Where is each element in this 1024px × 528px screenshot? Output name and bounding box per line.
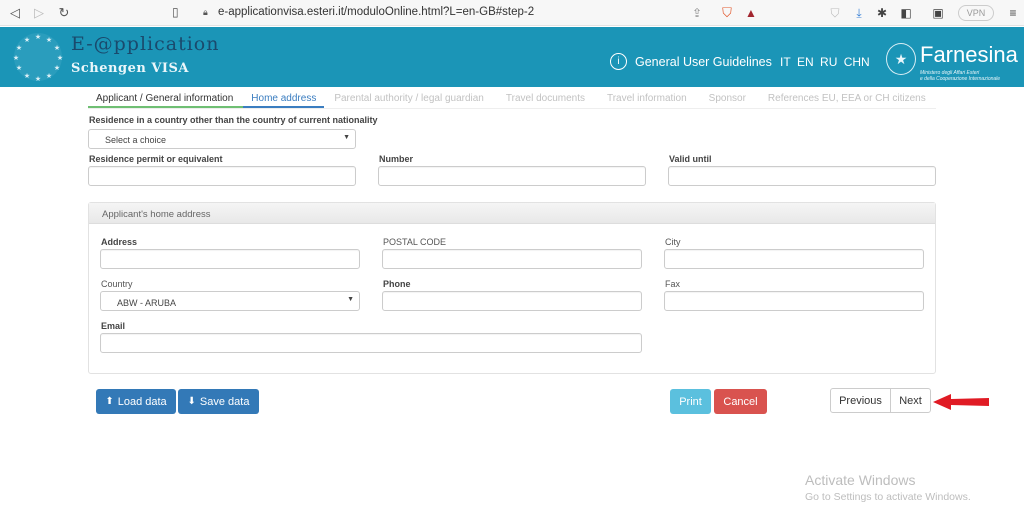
number-input[interactable] <box>378 166 646 186</box>
lang-en[interactable]: EN <box>797 55 814 69</box>
brave-rewards-icon[interactable]: ▲ <box>742 4 760 22</box>
chevron-down-icon: ▼ <box>347 296 354 303</box>
tab-home-address[interactable]: Home address <box>243 90 325 108</box>
fax-input[interactable] <box>664 291 924 311</box>
svg-text:★: ★ <box>35 75 41 83</box>
postal-code-label: POSTAL CODE <box>383 237 447 247</box>
ministry-subtitle: Ministero degli Affari Esteri e della Co… <box>920 70 1001 82</box>
tab-references[interactable]: References EU, EEA or CH citizens <box>758 90 938 108</box>
postal-code-input[interactable] <box>382 249 642 269</box>
bookmark-icon[interactable]: ▯ <box>172 5 179 19</box>
back-icon[interactable]: ◁ <box>6 4 24 22</box>
address-label: Address <box>101 237 138 247</box>
svg-text:★: ★ <box>35 33 41 41</box>
residence-select-value: Select a choice <box>105 135 167 145</box>
permit-input[interactable] <box>88 166 356 186</box>
sidebar-icon[interactable]: ◧ <box>897 4 915 22</box>
browser-toolbar: ◁ ▷ ↻ ▯ 🔒︎ e-applicationvisa.esteri.it/m… <box>0 0 1024 26</box>
activate-windows-watermark: Activate Windows Go to Settings to activ… <box>805 472 971 503</box>
panel-title: Applicant's home address <box>89 203 935 224</box>
svg-text:★: ★ <box>24 36 30 44</box>
number-label: Number <box>379 154 414 164</box>
eu-stars-logo: ★ ★★ ★★★ ★★★ ★★★ <box>13 33 63 83</box>
general-guidelines-link[interactable]: i General User Guidelines <box>610 53 772 70</box>
print-button[interactable]: Print <box>670 389 711 414</box>
brand-subtitle: Schengen VISA <box>71 61 189 76</box>
vpn-button[interactable]: VPN <box>958 5 994 21</box>
svg-text:★: ★ <box>46 36 52 44</box>
lock-icon: 🔒︎ <box>203 7 208 17</box>
svg-text:★: ★ <box>24 72 30 80</box>
reload-icon[interactable]: ↻ <box>55 4 73 22</box>
farnesina-logo: Farnesina <box>920 42 1018 67</box>
watermark-title: Activate Windows <box>805 472 916 488</box>
country-select-value: ABW - ARUBA <box>117 298 177 308</box>
save-data-label: Save data <box>199 395 250 408</box>
site-header: ★ ★ ★ ★ ★ ★ ★ ★ ★ ★ ★ ★ E-@pplication Schengen V… <box>0 27 1024 87</box>
extensions-puzzle-icon[interactable]: ✱ <box>873 4 891 22</box>
svg-text:★: ★ <box>57 54 63 62</box>
cancel-button[interactable]: Cancel <box>714 389 767 414</box>
load-data-label: Load data <box>117 395 167 408</box>
svg-text:★: ★ <box>16 44 22 52</box>
lang-ru[interactable]: RU <box>820 55 837 69</box>
annotation-arrow-icon <box>933 394 989 410</box>
step-tabs: Applicant / General information Home add… <box>88 90 936 109</box>
residence-question-label: Residence in a country other than the co… <box>89 115 378 125</box>
city-input[interactable] <box>664 249 924 269</box>
brand-title: E-@pplication <box>71 33 220 55</box>
load-data-button[interactable]: ⬆ Load data <box>96 389 176 414</box>
valid-until-label: Valid until <box>669 154 712 164</box>
tab-parental-authority[interactable]: Parental authority / legal guardian <box>324 90 496 108</box>
tab-applicant-general-information[interactable]: Applicant / General information <box>88 90 244 108</box>
email-input[interactable] <box>100 333 642 353</box>
address-input[interactable] <box>100 249 360 269</box>
language-selector: IT EN RU CHN <box>780 55 873 69</box>
vpn-label: VPN <box>966 8 986 18</box>
city-label: City <box>665 237 681 247</box>
download-icon[interactable]: ⤓ <box>850 4 868 22</box>
country-label: Country <box>101 279 133 289</box>
svg-text:★: ★ <box>16 64 22 72</box>
menu-icon[interactable]: ≡ <box>1004 4 1022 22</box>
tab-travel-information[interactable]: Travel information <box>597 90 699 108</box>
svg-text:★: ★ <box>54 44 60 52</box>
chevron-down-icon: ▼ <box>343 134 350 141</box>
email-label: Email <box>101 321 126 331</box>
brave-shields-icon[interactable]: ⛉ <box>718 4 736 22</box>
save-data-button[interactable]: ⬇ Save data <box>178 389 259 414</box>
svg-text:★: ★ <box>54 64 60 72</box>
previous-button[interactable]: Previous <box>830 388 891 413</box>
lang-it[interactable]: IT <box>780 55 791 69</box>
lang-chn[interactable]: CHN <box>844 55 870 69</box>
next-button[interactable]: Next <box>890 388 931 413</box>
phone-input[interactable] <box>382 291 642 311</box>
address-bar[interactable]: e-applicationvisa.esteri.it/moduloOnline… <box>218 6 534 18</box>
svg-text:★: ★ <box>46 72 52 80</box>
tab-sponsor[interactable]: Sponsor <box>699 90 758 108</box>
residence-select[interactable]: Select a choice ▼ <box>88 129 356 149</box>
guidelines-label: General User Guidelines <box>635 54 772 69</box>
italian-republic-emblem-icon: ★ <box>886 43 916 75</box>
tab-travel-documents[interactable]: Travel documents <box>496 90 597 108</box>
watermark-subtitle: Go to Settings to activate Windows. <box>805 491 971 503</box>
share-icon[interactable]: ⇪ <box>688 4 706 22</box>
valid-until-input[interactable] <box>668 166 936 186</box>
upload-icon: ⬆ <box>105 396 114 407</box>
wallet-icon[interactable]: ▣ <box>929 4 947 22</box>
country-select[interactable]: ABW - ARUBA ▼ <box>100 291 360 311</box>
svg-text:★: ★ <box>13 54 19 62</box>
permit-label: Residence permit or equivalent <box>89 154 223 164</box>
forward-icon[interactable]: ▷ <box>30 4 48 22</box>
info-icon: i <box>610 53 627 70</box>
phone-label: Phone <box>383 279 411 289</box>
fax-label: Fax <box>665 279 681 289</box>
download-icon: ⬇ <box>187 396 196 407</box>
shield-extension-icon[interactable]: ⛉ <box>826 4 844 22</box>
